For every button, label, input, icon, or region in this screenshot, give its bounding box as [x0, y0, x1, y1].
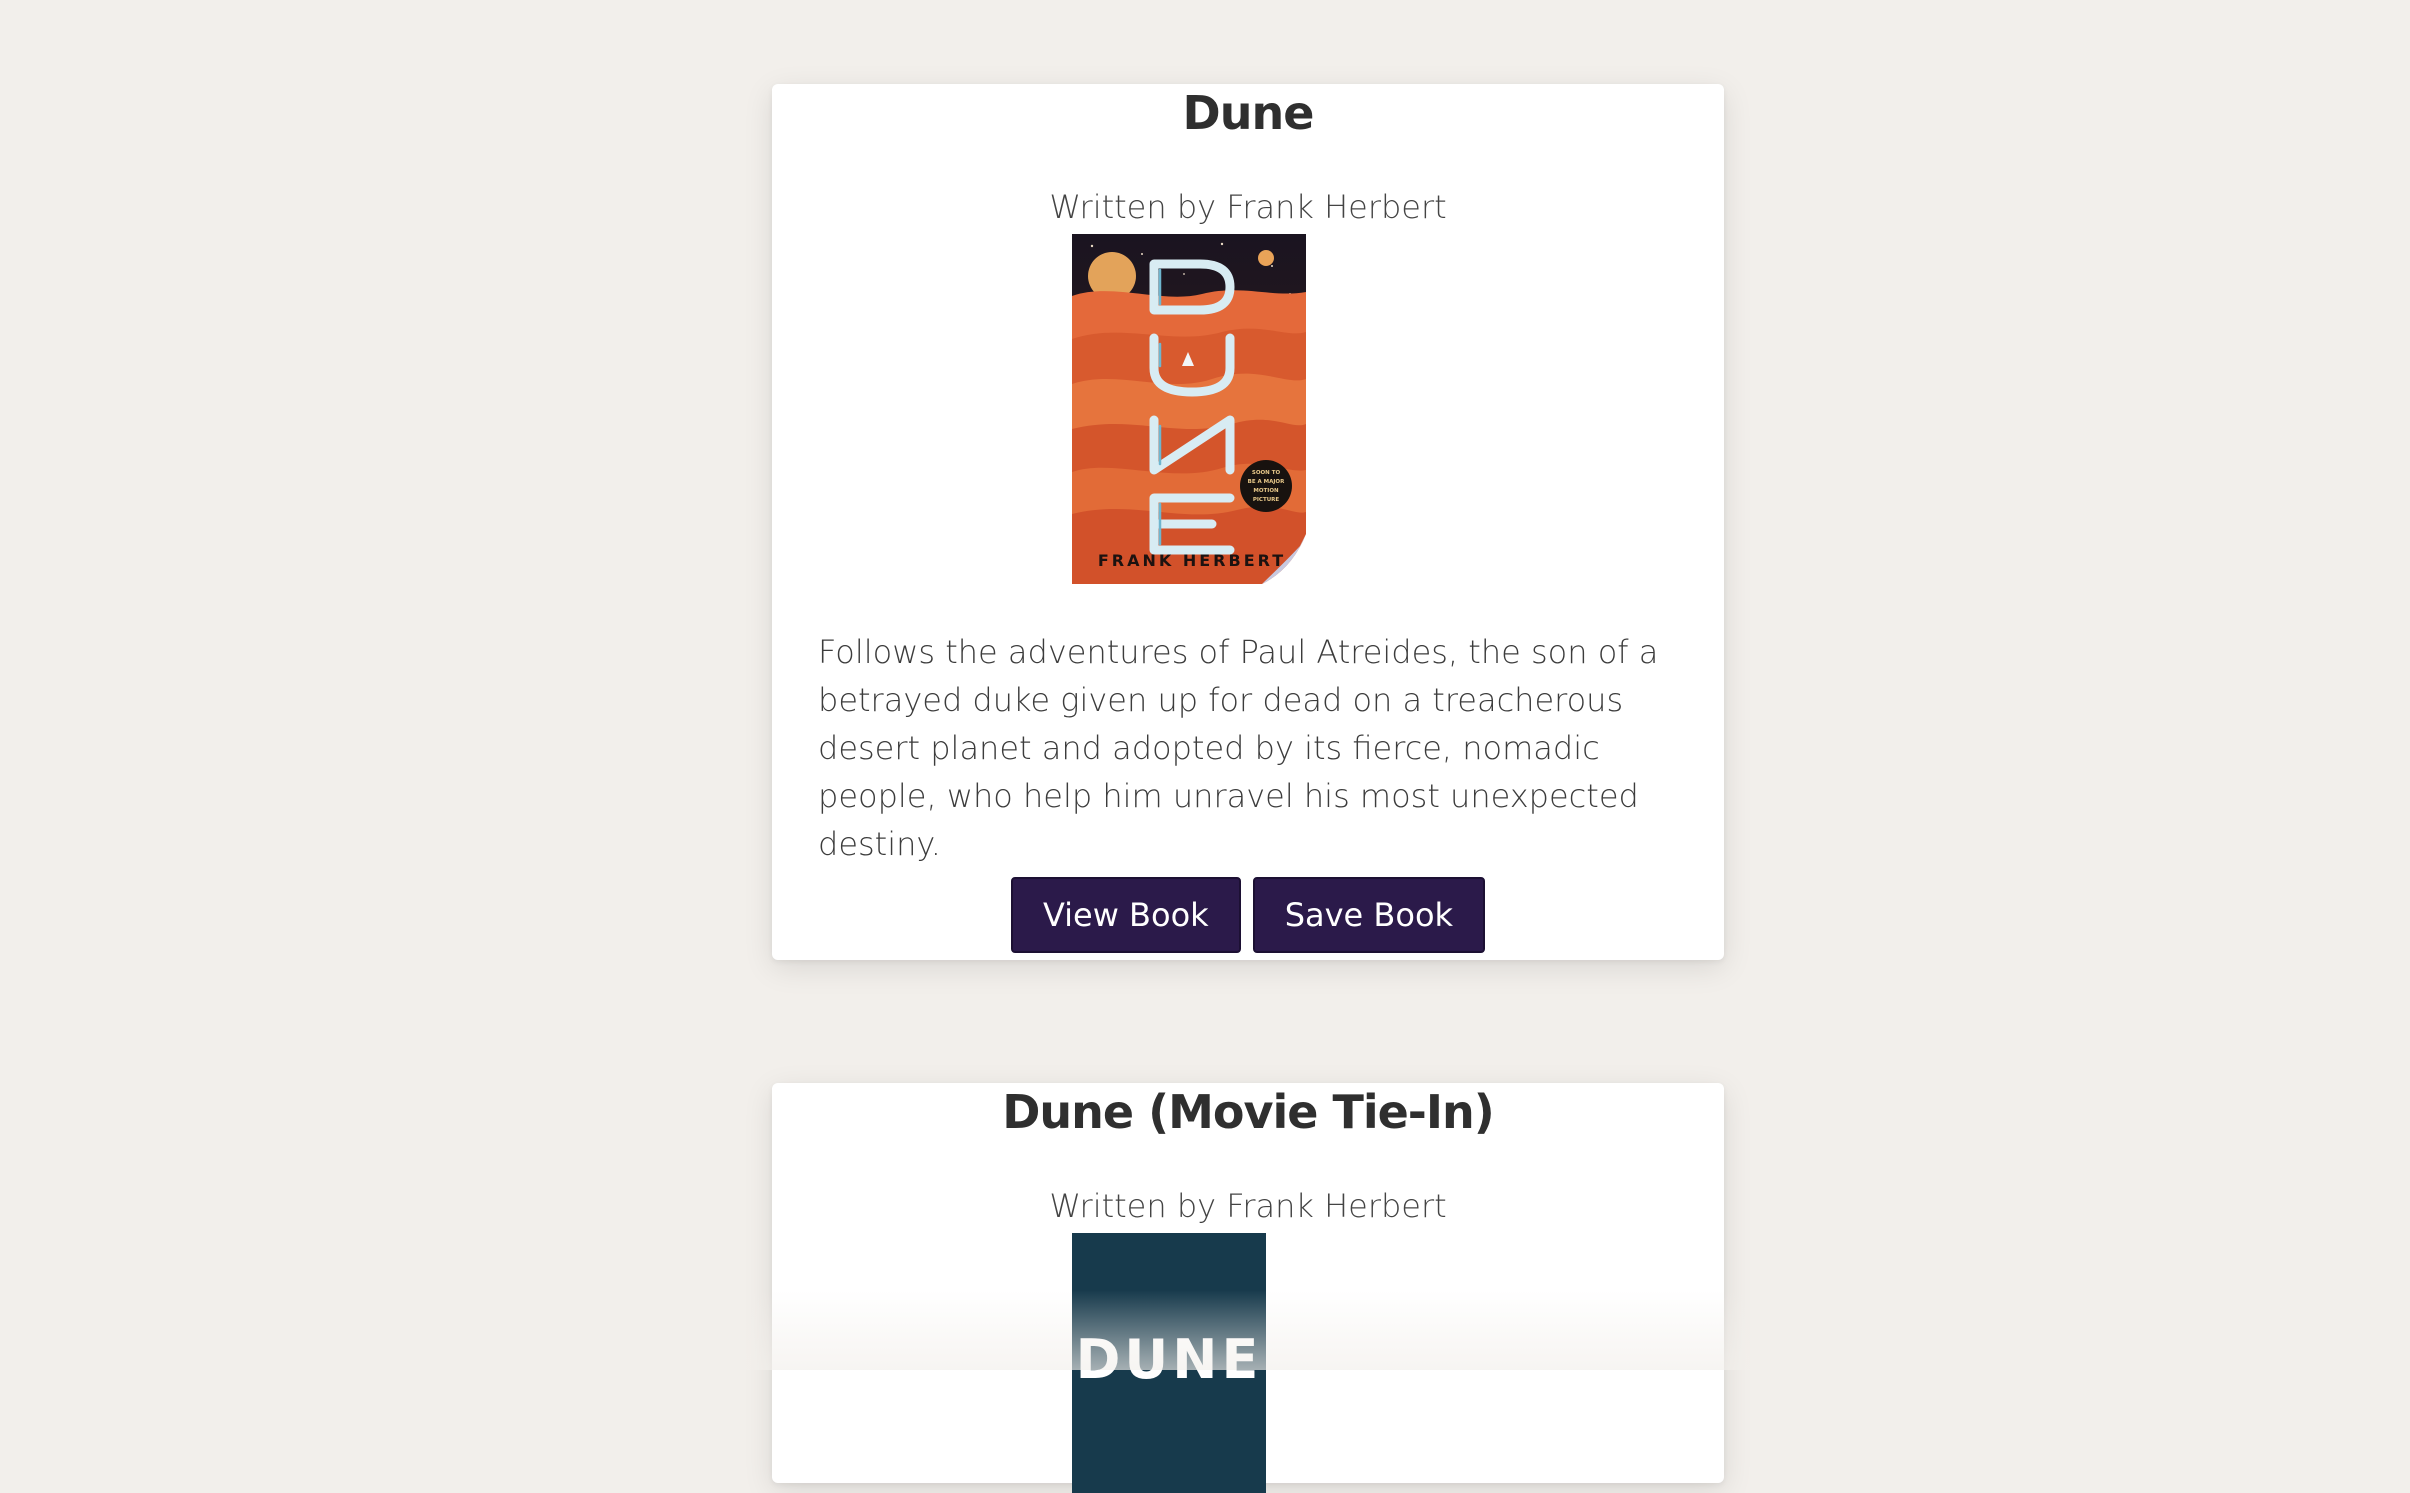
book-author: Written by Frank Herbert — [1049, 1187, 1447, 1225]
cover-badge-text-2: BE A MAJOR — [1248, 479, 1285, 485]
cover-badge-text-3: MOTION — [1253, 488, 1279, 494]
book-card: Dune (Movie Tie-In) Written by Frank Her… — [772, 1083, 1724, 1493]
cover-title-text: DUNE — [1076, 1328, 1263, 1391]
book-title: Dune — [1182, 86, 1315, 140]
cover-badge-text-4: PICTURE — [1253, 497, 1280, 503]
book-cover-image: SOON TO BE A MAJOR MOTION PICTURE FRANK … — [1072, 234, 1306, 584]
book-card: Dune Written by Frank Herbert SOON TO BE… — [772, 84, 1724, 960]
cover-author-text: FRANK HERBERT — [1098, 551, 1286, 570]
book-author: Written by Frank Herbert — [1049, 188, 1447, 226]
book-actions: View Book Save Book — [772, 877, 1724, 953]
save-book-button[interactable]: Save Book — [1252, 877, 1486, 953]
book-title: Dune (Movie Tie-In) — [1002, 1085, 1495, 1139]
cover-badge-text-1: SOON TO — [1252, 470, 1281, 476]
book-description: Follows the adventures of Paul Atreides,… — [818, 633, 1659, 863]
view-book-button[interactable]: View Book — [1010, 877, 1241, 953]
book-cover-image: DUNE — [1072, 1233, 1266, 1493]
